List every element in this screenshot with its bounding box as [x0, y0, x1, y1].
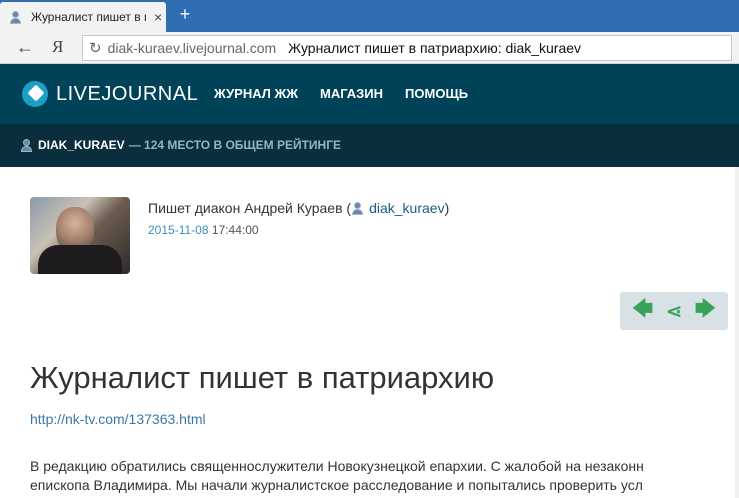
livejournal-logo-icon	[22, 81, 48, 107]
post-nav-share: 🡄 ⋖ 🡆	[620, 292, 728, 330]
lj-nav: ЖУРНАЛ ЖЖ МАГАЗИН ПОМОЩЬ	[214, 86, 468, 101]
tab-title: Журналист пишет в п	[31, 10, 146, 24]
author-prefix: Пишет диакон Андрей Кураев (	[148, 200, 352, 216]
next-post-arrow-icon[interactable]: 🡆	[695, 294, 716, 328]
nav-shop[interactable]: МАГАЗИН	[320, 86, 383, 101]
reload-icon[interactable]: ↻	[89, 39, 102, 57]
lj-user-icon	[9, 10, 22, 24]
nav-journal[interactable]: ЖУРНАЛ ЖЖ	[214, 86, 298, 101]
page-scrollbar[interactable]	[735, 167, 739, 498]
post-time: 17:44:00	[211, 223, 259, 237]
address-page-title: Журналист пишет в патриархию: diak_kurae…	[288, 40, 582, 56]
article-body: В редакцию обратились священнослужители …	[30, 457, 739, 495]
livejournal-logo[interactable]: LIVEJOURNAL	[22, 81, 198, 107]
article-line: В редакцию обратились священнослужители …	[30, 458, 644, 474]
yandex-button[interactable]: Я	[52, 37, 63, 57]
nav-help[interactable]: ПОМОЩЬ	[405, 86, 468, 101]
journal-rating: — 124 МЕСТО В ОБЩЕМ РЕЙТИНГЕ	[128, 138, 342, 152]
author-suffix: )	[444, 200, 450, 216]
back-arrow-icon[interactable]: ←	[16, 37, 34, 58]
browser-tab[interactable]: Журналист пишет в п ×	[0, 2, 166, 32]
user-icon	[20, 138, 33, 152]
author-username-link[interactable]: diak_kuraev	[369, 200, 445, 216]
journal-username[interactable]: DIAK_KURAEV	[38, 138, 125, 152]
journal-bar: DIAK_KURAEV — 124 МЕСТО В ОБЩЕМ РЕЙТИНГЕ	[0, 124, 739, 167]
article-line: епископа Владимира. Мы начали журналистс…	[30, 477, 643, 493]
share-icon[interactable]: ⋖	[666, 299, 683, 324]
address-bar[interactable]: ↻ diak-kuraev.livejournal.com Журналист …	[82, 35, 732, 61]
browser-tab-strip: Журналист пишет в п × +	[0, 0, 739, 32]
post-date-link[interactable]: 2015-11-08	[148, 223, 209, 237]
livejournal-logo-text: LIVEJOURNAL	[56, 82, 199, 105]
post-author: Пишет диакон Андрей Кураев ( diak_kuraev)	[148, 200, 449, 216]
user-icon	[351, 202, 364, 215]
tab-close-icon[interactable]: ×	[154, 9, 162, 25]
url-text: diak-kuraev.livejournal.com	[107, 40, 277, 56]
browser-toolbar: ← Я ↻ diak-kuraev.livejournal.com Журнал…	[0, 32, 739, 64]
author-avatar[interactable]	[30, 197, 130, 274]
new-tab-button[interactable]: +	[176, 5, 194, 24]
prev-post-arrow-icon[interactable]: 🡄	[632, 294, 653, 328]
article-title: Журналист пишет в патриархию	[30, 360, 495, 395]
lj-header: LIVEJOURNAL ЖУРНАЛ ЖЖ МАГАЗИН ПОМОЩЬ	[0, 64, 739, 124]
article-source-link[interactable]: http://nk-tv.com/137363.html	[30, 411, 206, 427]
post-date: 2015-11-08 17:44:00	[148, 223, 259, 237]
